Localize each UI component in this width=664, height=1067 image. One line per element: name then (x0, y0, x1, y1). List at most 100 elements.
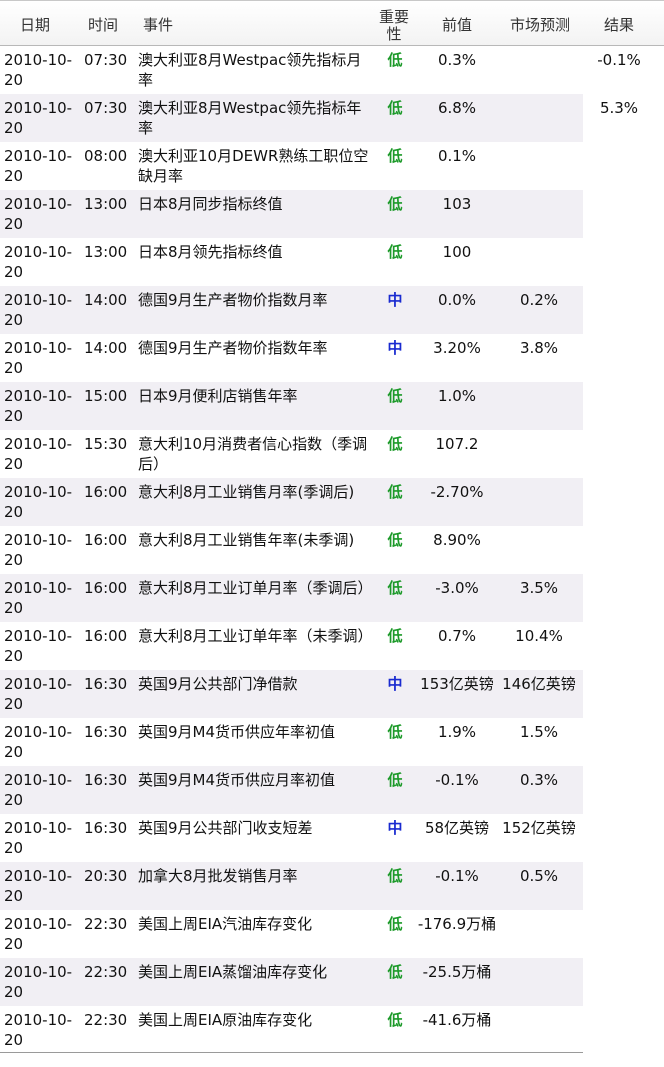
row-date: 2010-10-20 (4, 339, 73, 377)
table-row: 2010-10-20 15:30 意大利10月消费者信心指数（季调后） 低 107.2 (0, 430, 664, 478)
row-forecast: 0.2% (519, 291, 559, 309)
row-importance: 低 (387, 147, 403, 165)
table-body: 2010-10-20 07:30 澳大利亚8月Westpac领先指标月率低 0.3% -… (0, 46, 664, 1054)
row-date: 2010-10-20 (4, 243, 73, 281)
row-importance: 中 (387, 675, 403, 693)
row-forecast: 10.4% (515, 627, 563, 645)
row-previous: -0.1% (435, 771, 479, 789)
row-importance: 低 (387, 387, 403, 405)
row-date: 2010-10-20 (4, 579, 73, 617)
row-previous: 6.8% (437, 99, 477, 117)
row-event: 德国9月生产者物价指数年率 (138, 339, 328, 357)
table-row: 2010-10-20 14:00 德国9月生产者物价指数月率 中 0.0% 0.2% (0, 286, 664, 334)
row-time: 16:00 (84, 483, 128, 501)
row-importance: 低 (387, 99, 403, 117)
row-previous: 0.0% (437, 291, 477, 309)
row-importance: 低 (387, 771, 403, 789)
row-previous: 153亿英镑 (420, 675, 494, 693)
row-forecast: 3.8% (519, 339, 559, 357)
row-previous: 103 (442, 195, 472, 213)
row-importance: 低 (387, 915, 403, 933)
row-time: 14:00 (84, 291, 128, 309)
row-forecast: 0.3% (519, 771, 559, 789)
table-row: 2010-10-20 08:00 澳大利亚10月DEWR熟练工职位空缺月率低 0.1% (0, 142, 664, 190)
header-event: 事件 (143, 16, 174, 34)
row-previous: 0.1% (437, 147, 477, 165)
table-row: 2010-10-20 14:00 德国9月生产者物价指数年率 中 3.20% 3.8% (0, 334, 664, 382)
row-importance: 低 (387, 51, 403, 69)
table-row: 2010-10-20 07:30 澳大利亚8月Westpac领先指标月率 低 0.3% -… (0, 46, 664, 94)
table-row: 2010-10-20 16:30 英国9月M4货币供应年率初值 低 1.9% 1.5% (0, 718, 664, 766)
row-date: 2010-10-20 (4, 291, 73, 329)
row-date: 2010-10-20 (4, 147, 73, 185)
row-event: 加拿大8月批发销售月率 (138, 867, 298, 885)
row-time: 16:30 (84, 819, 128, 837)
row-event: 意大利8月工业订单年率（未季调） (138, 627, 373, 645)
row-previous: 100 (442, 243, 472, 261)
economic-calendar-table: 日期 时间 事件 重要性 前值 市场预测 结果 2010-10-20 07:30 澳… (0, 0, 664, 1054)
header-time: 时间 (88, 16, 119, 34)
row-time: 07:30 (84, 51, 128, 69)
row-time: 16:30 (84, 675, 128, 693)
row-previous: -176.9万桶 (417, 915, 497, 933)
row-date: 2010-10-20 (4, 867, 73, 905)
table-row: 2010-10-20 22:30 美国上周EIA蒸馏油库存变化 低 -25.5万桶 (0, 958, 664, 1006)
row-event: 日本9月便利店销售年率 (138, 387, 298, 405)
row-date: 2010-10-20 (4, 627, 73, 665)
row-event: 日本8月同步指标终值 (138, 195, 283, 213)
row-previous: -41.6万桶 (422, 1011, 492, 1029)
row-previous: -2.70% (430, 483, 484, 501)
row-event: 美国上周EIA原油库存变化 (138, 1011, 313, 1029)
row-date: 2010-10-20 (4, 675, 73, 713)
table-row: 2010-10-20 16:00 意大利8月工业订单月率（季调后） 低 -3.0% 3.5… (0, 574, 664, 622)
table-row: 2010-10-20 16:30 英国9月M4货币供应月率初值 低 -0.1% 0.3% (0, 766, 664, 814)
row-time: 07:30 (84, 99, 128, 117)
row-date: 2010-10-20 (4, 771, 73, 809)
table-row: 2010-10-20 16:00 意大利8月工业销售年率(未季调) 低 8.90% (0, 526, 664, 574)
row-event: 澳大利亚8月Westpac领先指标月率 (138, 51, 362, 89)
row-event: 意大利8月工业销售月率(季调后) (138, 483, 355, 501)
header-forecast: 市场预测 (509, 16, 570, 34)
row-previous: 58亿英镑 (424, 819, 490, 837)
row-time: 20:30 (84, 867, 128, 885)
row-date: 2010-10-20 (4, 723, 73, 761)
row-previous: 1.9% (437, 723, 477, 741)
row-event: 日本8月领先指标终值 (138, 243, 283, 261)
row-importance: 低 (387, 243, 403, 261)
row-forecast: 3.5% (519, 579, 559, 597)
row-importance: 低 (387, 195, 403, 213)
row-event: 澳大利亚8月Westpac领先指标年率 (138, 99, 362, 137)
row-event: 英国9月M4货币供应月率初值 (138, 771, 336, 789)
table-row: 2010-10-20 22:30 美国上周EIA汽油库存变化 低 -176.9万桶 (0, 910, 664, 958)
row-date: 2010-10-20 (4, 1011, 73, 1049)
row-importance: 中 (387, 819, 403, 837)
row-time: 16:00 (84, 627, 128, 645)
row-time: 22:30 (84, 1011, 128, 1029)
row-date: 2010-10-20 (4, 435, 73, 473)
row-result: -0.1% (597, 51, 641, 69)
row-previous: 0.7% (437, 627, 477, 645)
row-forecast: 1.5% (519, 723, 559, 741)
row-importance: 低 (387, 435, 403, 453)
row-time: 14:00 (84, 339, 128, 357)
row-importance: 低 (387, 531, 403, 549)
row-importance: 低 (387, 723, 403, 741)
table-row: 2010-10-20 22:30 美国上周EIA原油库存变化 低 -41.6万桶 (0, 1006, 664, 1054)
header-previous: 前值 (441, 16, 472, 34)
row-forecast: 146亿英镑 (502, 675, 576, 693)
row-importance: 低 (387, 963, 403, 981)
row-event: 英国9月公共部门净借款 (138, 675, 298, 693)
table-header: 日期 时间 事件 重要性 前值 市场预测 结果 (0, 0, 664, 46)
row-event: 意大利8月工业销售年率(未季调) (138, 531, 355, 549)
table-row: 2010-10-20 16:30 英国9月公共部门净借款 中 153亿英镑 146亿英镑 (0, 670, 664, 718)
row-previous: -3.0% (435, 579, 479, 597)
row-time: 16:30 (84, 723, 128, 741)
row-event: 美国上周EIA蒸馏油库存变化 (138, 963, 328, 981)
row-date: 2010-10-20 (4, 483, 73, 521)
row-time: 15:30 (84, 435, 128, 453)
row-date: 2010-10-20 (4, 531, 73, 569)
row-importance: 低 (387, 579, 403, 597)
table-row: 2010-10-20 16:00 意大利8月工业订单年率（未季调） 低 0.7% 10.4… (0, 622, 664, 670)
row-time: 16:00 (84, 531, 128, 549)
row-time: 16:00 (84, 579, 128, 597)
